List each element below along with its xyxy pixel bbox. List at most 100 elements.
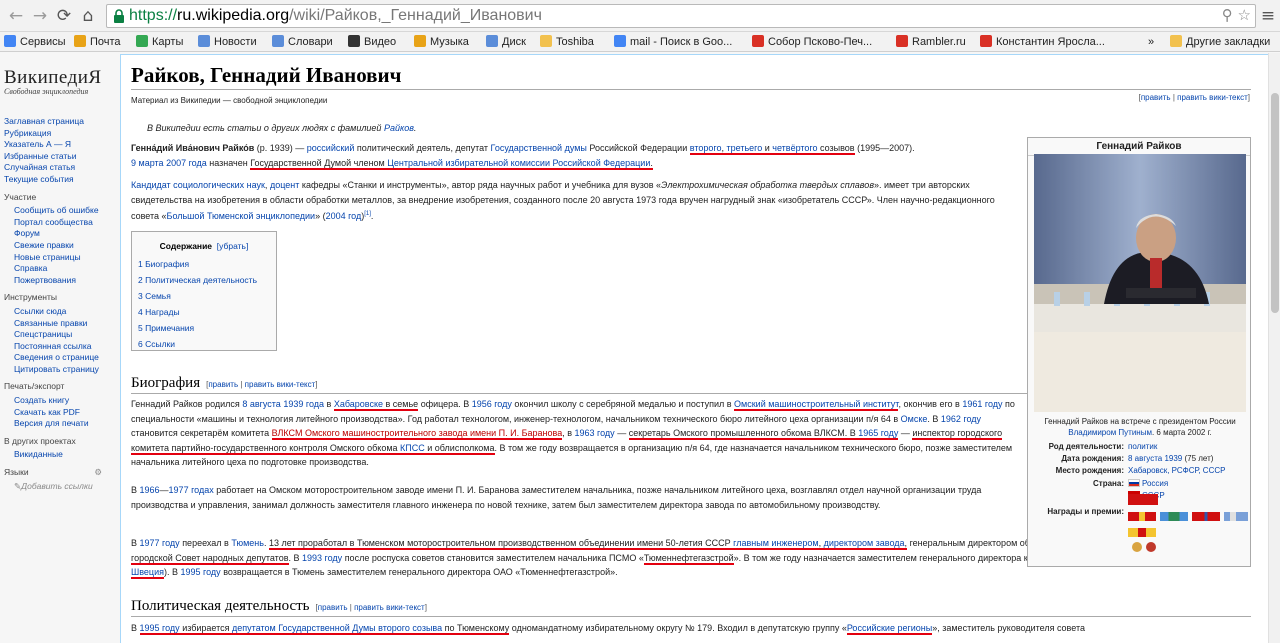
bookmark-toshiba[interactable]: Toshiba: [540, 35, 594, 50]
toc-item[interactable]: 5 Примечания: [138, 320, 270, 336]
intro-link[interactable]: 2007 года: [166, 158, 207, 168]
politics-link[interactable]: депутатом: [232, 623, 276, 635]
hatnote-link[interactable]: Райков: [384, 123, 414, 133]
scrollbar[interactable]: [1268, 53, 1280, 643]
intro-link[interactable]: третьего: [726, 143, 763, 155]
politics-link[interactable]: 1995 году: [139, 623, 180, 635]
intro-link[interactable]: второго: [689, 143, 722, 155]
toc-item[interactable]: 2 Политическая деятельность: [138, 272, 270, 288]
gear-icon[interactable]: ⚙: [94, 467, 102, 479]
bio-link[interactable]: директором завода: [823, 538, 905, 550]
sidebar-item-printable[interactable]: Версия для печати: [14, 418, 116, 430]
sidebar-item-what-links-here[interactable]: Ссылки сюда: [14, 306, 116, 318]
footnote-link[interactable]: [1]: [364, 211, 371, 217]
sidebar-item-download-pdf[interactable]: Скачать как PDF: [14, 407, 116, 419]
caption-link[interactable]: Владимиром Путиным: [1068, 428, 1152, 437]
bio-link[interactable]: КПСС: [400, 442, 425, 455]
sidebar-item-report-error[interactable]: Сообщить об ошибке: [14, 205, 116, 217]
forward-icon[interactable]: →: [30, 6, 50, 26]
zoom-icon[interactable]: ⚲: [1222, 6, 1233, 24]
sidebar-item-create-book[interactable]: Создать книгу: [14, 395, 116, 407]
bookmark-maps[interactable]: Карты: [136, 35, 183, 50]
award-ribbon-icon[interactable]: [1128, 512, 1156, 521]
sidebar-item-current-events[interactable]: Текущие события: [4, 174, 116, 186]
bio-link[interactable]: 1966: [140, 485, 160, 495]
intro-link[interactable]: Большой Тюменской энциклопедии: [167, 211, 316, 221]
wikipedia-logo[interactable]: ВикипедиЯ Свободная энциклопедия: [4, 67, 114, 96]
bookmark-other[interactable]: Другие закладки: [1170, 35, 1270, 50]
sidebar-item-recent-changes[interactable]: Свежие правки: [14, 240, 116, 252]
bookmark-news[interactable]: Новости: [198, 35, 257, 50]
bookmark-sobor[interactable]: Собор Псково-Печ...: [752, 35, 872, 50]
intro-link[interactable]: 9 марта: [131, 158, 164, 168]
section-edit-link[interactable]: править: [208, 380, 238, 389]
reload-icon[interactable]: ⟳: [54, 6, 74, 26]
intro-link[interactable]: четвёртого: [772, 143, 818, 155]
sidebar-item-permanent-link[interactable]: Постоянная ссылка: [14, 341, 116, 353]
bookmark-konstantin[interactable]: Константин Яросла...: [980, 35, 1105, 50]
sidebar-item-wikidata[interactable]: Викиданные: [14, 449, 116, 461]
section-edit-link[interactable]: править: [318, 603, 348, 612]
intro-link[interactable]: 2004 год: [326, 211, 362, 221]
bookmark-disk[interactable]: Диск: [486, 35, 526, 50]
sidebar-item-main-page[interactable]: Заглавная страница: [4, 116, 116, 128]
award-medal-icon[interactable]: [1146, 542, 1156, 552]
sidebar-item-categories[interactable]: Рубрикация: [4, 128, 116, 140]
sidebar-item-cite[interactable]: Цитировать страницу: [14, 364, 116, 376]
bio-link[interactable]: Швеция: [131, 567, 164, 579]
bio-link[interactable]: 1993 году: [302, 553, 342, 563]
bio-link[interactable]: Тюмень: [231, 538, 264, 548]
intro-link[interactable]: Кандидат социологических наук: [131, 180, 265, 190]
intro-link[interactable]: Центральной избирательной комиссии Росси…: [387, 157, 651, 170]
award-ribbon-icon[interactable]: [1224, 512, 1248, 521]
sidebar-item-help[interactable]: Справка: [14, 263, 116, 275]
intro-link[interactable]: доцент: [270, 180, 299, 190]
bio-link[interactable]: Омский машиностроительный институт: [734, 399, 899, 411]
edit-link[interactable]: править: [1141, 93, 1171, 102]
bio-link[interactable]: 1995 году: [181, 567, 221, 577]
sidebar-item-page-info[interactable]: Сведения о странице: [14, 352, 116, 364]
award-ribbon-icon[interactable]: [1128, 494, 1158, 505]
bio-link[interactable]: 1961 году: [962, 399, 1002, 409]
sidebar-item-forum[interactable]: Форум: [14, 228, 116, 240]
politics-link[interactable]: Российские регионы: [846, 623, 933, 635]
bio-link[interactable]: ВЛКСМ Омского машиностроительного завода…: [271, 428, 563, 440]
intro-link[interactable]: российский: [307, 143, 355, 153]
bookmark-dictionaries[interactable]: Словари: [272, 35, 333, 50]
sidebar-item-special-pages[interactable]: Спецстраницы: [14, 329, 116, 341]
bio-link[interactable]: Хабаровске: [333, 399, 384, 411]
bio-link[interactable]: 1963 году: [575, 428, 615, 438]
bookmark-star-icon[interactable]: ☆: [1238, 6, 1251, 24]
sidebar-item-donate[interactable]: Пожертвования: [14, 275, 116, 287]
back-icon[interactable]: ←: [6, 6, 26, 26]
bio-link[interactable]: 1977 годах: [169, 485, 214, 495]
bookmark-rambler[interactable]: Rambler.ru: [896, 35, 966, 50]
home-icon[interactable]: ⌂: [78, 6, 98, 26]
section-edit-wikitext-link[interactable]: править вики-текст: [354, 603, 425, 612]
bio-link[interactable]: главным инженером: [733, 538, 819, 550]
award-ribbon-icon[interactable]: [1128, 528, 1156, 537]
bio-link[interactable]: 1939 года: [283, 399, 324, 409]
bookmarks-more[interactable]: »: [1148, 35, 1154, 50]
bio-link[interactable]: 1962 году: [941, 414, 981, 424]
section-edit-wikitext-link[interactable]: править вики-текст: [245, 380, 316, 389]
bio-link[interactable]: 1977 году: [140, 538, 180, 548]
award-ribbon-icon[interactable]: [1192, 512, 1220, 521]
award-ribbon-icon[interactable]: [1160, 512, 1188, 521]
edit-wikitext-link[interactable]: править вики-текст: [1177, 93, 1248, 102]
toc-item[interactable]: 6 Ссылки: [138, 336, 270, 352]
sidebar-item-featured[interactable]: Избранные статьи: [4, 151, 116, 163]
award-medal-icon[interactable]: [1132, 542, 1142, 552]
bio-link[interactable]: 1956 году: [472, 399, 512, 409]
toc-item[interactable]: 1 Биография: [138, 256, 270, 272]
bookmark-services[interactable]: Сервисы: [4, 35, 66, 50]
portrait-photo[interactable]: [1034, 154, 1246, 332]
politics-link[interactable]: Государственной Думы второго созыва: [278, 623, 443, 635]
bio-link[interactable]: 1965 году: [858, 428, 899, 440]
toc-hide-link[interactable]: убрать: [219, 241, 246, 251]
sidebar-item-random[interactable]: Случайная статья: [4, 162, 116, 174]
sidebar-add-links[interactable]: ✎Добавить ссылки: [4, 481, 116, 493]
toc-item[interactable]: 4 Награды: [138, 304, 270, 320]
sidebar-item-related-changes[interactable]: Связанные правки: [14, 318, 116, 330]
sidebar-item-index[interactable]: Указатель А — Я: [4, 139, 116, 151]
